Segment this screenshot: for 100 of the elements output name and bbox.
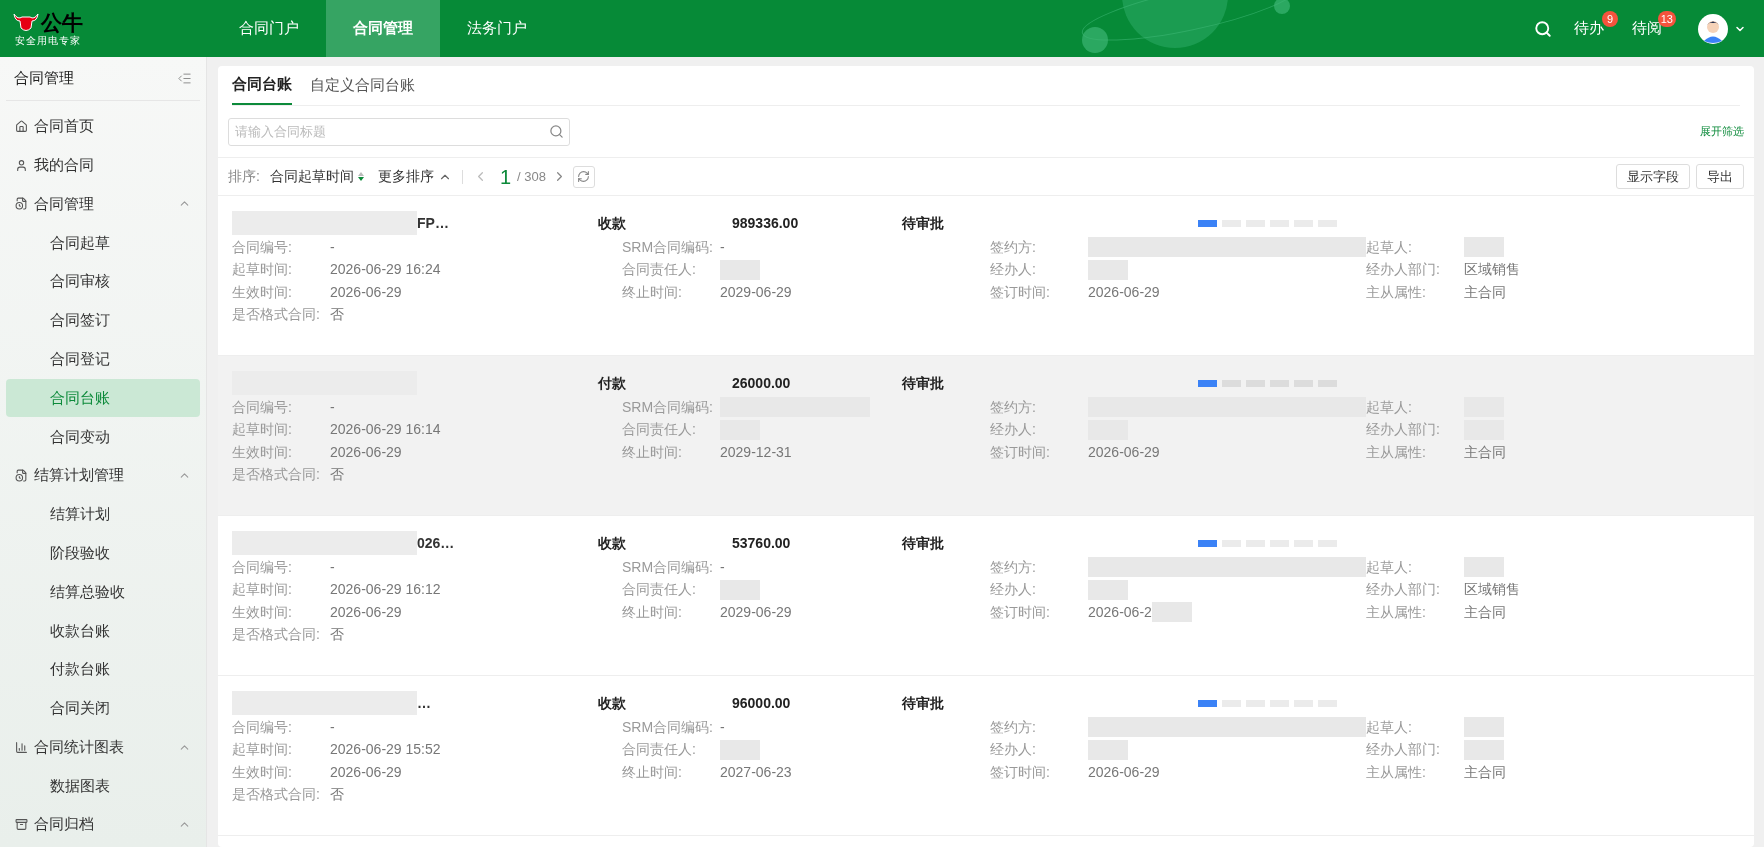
sidebar-subitem[interactable]: 结算计划 bbox=[6, 494, 200, 534]
sidebar-item[interactable]: 我的合同 bbox=[6, 145, 200, 185]
field-label: 签订时间: bbox=[990, 282, 1051, 302]
field-label: 合同责任人: bbox=[622, 420, 697, 440]
sidebar-subitem[interactable]: 合同审核 bbox=[6, 262, 200, 301]
sidebar-subitem[interactable]: 合同关闭 bbox=[6, 688, 200, 728]
sidebar-item[interactable]: 结算计划管理 bbox=[6, 456, 200, 495]
field-label: 是否格式合同: bbox=[232, 305, 321, 325]
menu-icon bbox=[15, 197, 28, 211]
field-value: 2026-06-29 bbox=[330, 762, 402, 782]
sidebar-subitem[interactable]: 合同签订 bbox=[6, 301, 200, 340]
field-value: 2027-06-23 bbox=[720, 762, 792, 782]
contract-type: 付款 bbox=[598, 373, 627, 393]
field-value: - bbox=[330, 397, 335, 417]
contract-title[interactable]: 026… bbox=[417, 532, 455, 554]
field-value: 2026-06-29 bbox=[330, 602, 402, 622]
contract-status: 待审批 bbox=[902, 373, 945, 393]
menu-icon bbox=[15, 818, 28, 832]
expand-filter-link[interactable]: 展开筛选 bbox=[1700, 123, 1744, 140]
field-label: 生效时间: bbox=[232, 602, 293, 622]
field-value: 2029-12-31 bbox=[720, 442, 792, 462]
field-label: 经办人: bbox=[990, 740, 1037, 760]
avatar-icon[interactable] bbox=[1698, 13, 1728, 44]
field-label: 主从属性: bbox=[1366, 602, 1427, 622]
sidebar-item[interactable]: 合同首页 bbox=[6, 107, 200, 146]
contract-title[interactable]: … bbox=[417, 692, 431, 714]
sidebar-subitem[interactable]: 收款台账 bbox=[6, 611, 200, 651]
field-value: 2029-06-29 bbox=[720, 282, 792, 302]
contract-status: 待审批 bbox=[902, 693, 945, 713]
field-label: 合同编号: bbox=[232, 397, 293, 417]
toolbar-button[interactable]: 导出 bbox=[1696, 164, 1744, 189]
more-sort-button[interactable]: 更多排序 bbox=[377, 166, 452, 187]
field-label: 签订时间: bbox=[990, 762, 1051, 782]
nav-tab[interactable]: 法务门户 bbox=[440, 0, 554, 57]
field-value: 区域销售 bbox=[1464, 580, 1520, 600]
refresh-icon bbox=[577, 170, 591, 183]
field-value: 2026-06-29 16:14 bbox=[330, 420, 441, 440]
menu-icon bbox=[15, 158, 28, 172]
sidebar-item[interactable]: 合同统计图表 bbox=[6, 727, 200, 767]
sidebar-subitem[interactable]: 合同登记 bbox=[6, 339, 200, 379]
current-page: 1 bbox=[499, 164, 511, 190]
field-label: 签约方: bbox=[990, 397, 1037, 417]
field-label: 签约方: bbox=[990, 717, 1037, 737]
field-value: 否 bbox=[330, 785, 344, 805]
field-value: - bbox=[330, 717, 335, 737]
sidebar-subitem[interactable]: 数据图表 bbox=[6, 766, 200, 806]
field-label: 合同责任人: bbox=[622, 260, 697, 280]
logo-slogan: 安全用电专家 bbox=[15, 36, 81, 46]
page-tab[interactable]: 自定义合同台账 bbox=[310, 66, 415, 105]
field-label: 主从属性: bbox=[1366, 442, 1427, 462]
field-label: 是否格式合同: bbox=[232, 625, 321, 645]
field-label: 起草时间: bbox=[232, 260, 293, 280]
sidebar-subitem[interactable]: 合同变动 bbox=[6, 417, 200, 457]
sidebar-subitem[interactable]: 付款台账 bbox=[6, 650, 200, 689]
field-value: 2026-06-29 bbox=[1088, 442, 1160, 462]
field-value: 否 bbox=[330, 625, 344, 645]
field-label: 起草时间: bbox=[232, 740, 293, 760]
sidebar-subitem[interactable]: 阶段验收 bbox=[6, 533, 200, 573]
field-value: - bbox=[330, 557, 335, 577]
sort-dropdown[interactable]: 合同起草时间 bbox=[269, 166, 364, 187]
contract-type: 收款 bbox=[598, 213, 627, 233]
refresh-button[interactable] bbox=[572, 165, 595, 188]
sidebar-item[interactable]: 合同归档 bbox=[6, 805, 200, 845]
sort-label: 排序: bbox=[228, 167, 260, 186]
contract-amount: 26000.00 bbox=[732, 373, 792, 393]
nav-tab[interactable]: 合同门户 bbox=[212, 0, 326, 57]
field-label: 经办人部门: bbox=[1366, 740, 1441, 760]
field-label: 起草时间: bbox=[232, 580, 293, 600]
search-icon[interactable] bbox=[549, 123, 564, 139]
field-label: 生效时间: bbox=[232, 762, 293, 782]
collapse-icon[interactable] bbox=[177, 71, 192, 86]
field-value: 2026-06-29 16:24 bbox=[330, 260, 441, 280]
field-value: 2026-06-29 bbox=[330, 442, 402, 462]
contract-title[interactable]: FP… bbox=[417, 212, 449, 234]
field-value: 2026-06-29 15:52 bbox=[330, 740, 441, 760]
field-label: 签订时间: bbox=[990, 602, 1051, 622]
search-field[interactable]: 请输入合同标题 bbox=[228, 117, 570, 146]
field-label: 起草时间: bbox=[232, 420, 293, 440]
field-label: 起草人: bbox=[1366, 557, 1413, 577]
field-value: 2026-06-29 bbox=[330, 282, 402, 302]
field-value: - bbox=[720, 717, 725, 737]
field-value: 否 bbox=[330, 465, 344, 485]
field-value: - bbox=[720, 557, 725, 577]
toolbar-button[interactable]: 显示字段 bbox=[1616, 164, 1690, 189]
sidebar-subitem[interactable]: 结算总验收 bbox=[6, 572, 200, 612]
field-label: 主从属性: bbox=[1366, 282, 1427, 302]
search-icon[interactable] bbox=[1534, 19, 1552, 38]
field-label: 签约方: bbox=[990, 557, 1037, 577]
field-value: 主合同 bbox=[1464, 282, 1506, 302]
sidebar-item[interactable]: 合同管理 bbox=[6, 184, 200, 224]
menu-icon bbox=[15, 740, 28, 754]
sort-arrows-icon bbox=[357, 172, 364, 181]
field-value: - bbox=[330, 237, 335, 257]
page-tab[interactable]: 合同台账 bbox=[232, 66, 292, 105]
contract-amount: 53760.00 bbox=[732, 533, 792, 553]
contract-amount: 989336.00 bbox=[732, 213, 800, 233]
logo-text: 公牛 bbox=[41, 11, 83, 33]
field-value: 否 bbox=[330, 305, 344, 325]
sidebar-subitem[interactable]: 合同起草 bbox=[6, 223, 200, 263]
field-label: 是否格式合同: bbox=[232, 785, 321, 805]
